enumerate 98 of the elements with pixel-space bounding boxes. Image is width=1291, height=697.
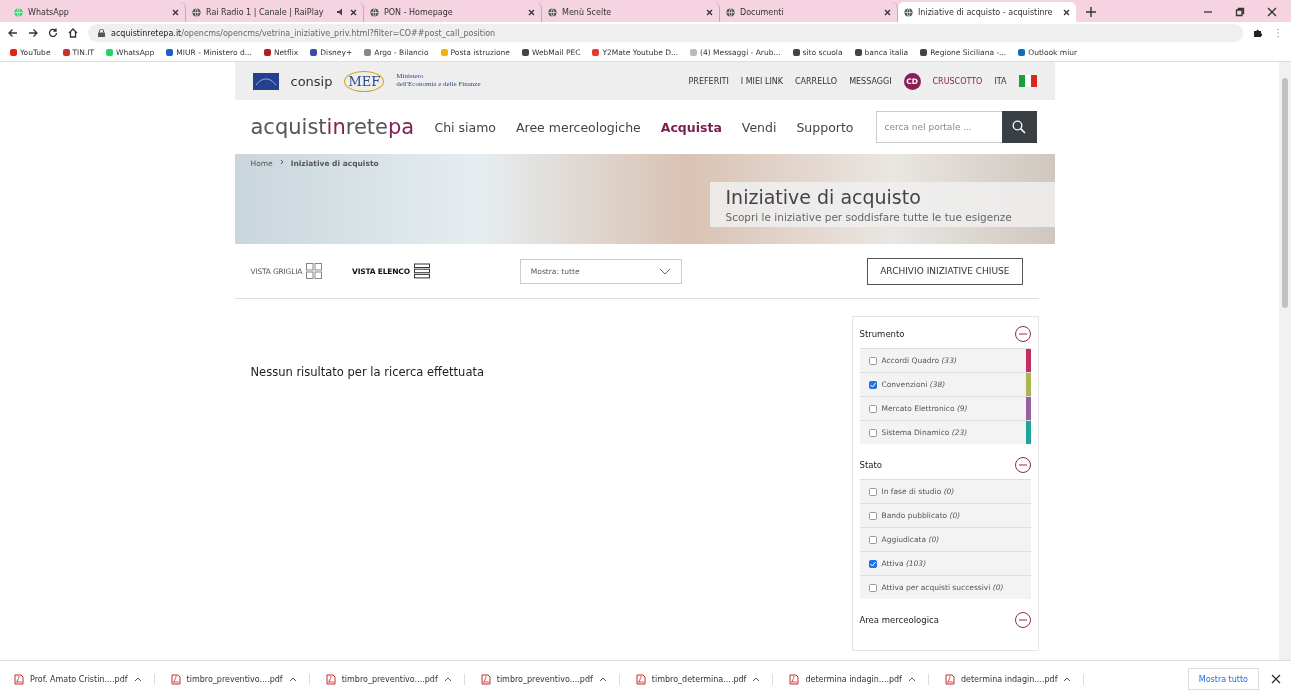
consip-logo: consip [290,73,333,89]
top-link[interactable]: CARRELLO [795,76,838,86]
nav-link[interactable]: Vendi [741,119,777,135]
top-link[interactable]: I MIEI LINK [740,76,783,86]
hero-subtitle: Scopri le iniziative per soddisfare tutte le tue esigenze [725,211,1013,223]
download-item[interactable]: timbro_preventivo....pdf [321,673,465,685]
show-all-button[interactable]: Mostra tutto [1187,668,1259,690]
top-link[interactable]: MESSAGGI [849,76,892,86]
checkbox[interactable] [868,583,877,592]
minus-icon [1018,330,1027,338]
search-field[interactable]: cerca nel portale ... [875,111,1002,143]
close-icon[interactable] [1271,674,1281,684]
empty-results-message: Nessun risultato per la ricerca effettuata [249,364,485,381]
tab-title: Menù Scelte [562,7,613,17]
minus-icon [1018,461,1027,469]
globe-icon [904,7,913,17]
download-item[interactable]: determina indagin....pdf [785,673,929,685]
top-link[interactable]: PREFERITI [688,76,729,86]
caret-icon[interactable] [1063,676,1072,682]
close-icon[interactable] [172,8,179,16]
checkbox[interactable] [868,511,877,520]
pdf-file-icon [944,673,955,685]
globe-icon [370,7,379,17]
collapse-button[interactable] [1014,612,1031,628]
checkbox[interactable] [868,356,877,365]
minus-icon [1018,616,1027,624]
caret-icon[interactable] [288,676,297,682]
close-icon[interactable] [350,8,357,16]
search-button[interactable] [1001,111,1037,143]
tab-title: Rai Radio 1 | Canale | RaiPlay [206,7,325,17]
pdf-file-icon [14,673,24,685]
caret-icon[interactable] [443,676,452,682]
grid-icon [306,263,323,279]
chevron-down-icon [658,267,671,275]
caret-icon[interactable] [752,676,761,682]
download-item[interactable]: Prof. Amato Cristin....pdf [10,673,155,685]
checkbox[interactable] [868,428,877,437]
nav-link[interactable]: Aree merceologiche [516,119,641,135]
download-item[interactable]: timbro_preventivo....pdf [166,673,310,685]
lock-icon [98,29,105,37]
close-icon[interactable] [884,8,891,16]
home-icon[interactable] [68,28,78,38]
back-icon[interactable] [8,28,18,38]
filter-group-title: Stato [859,460,882,470]
nav-link[interactable]: Acquista [660,119,722,135]
pdf-file-icon [480,673,491,685]
browser-tab[interactable]: Iniziative di acquisto - acquistinre [898,2,1076,22]
forward-icon[interactable] [28,28,38,38]
hero-title: Iniziative di acquisto [725,186,922,208]
globe-icon [548,7,557,17]
globe-icon [192,7,201,17]
checkbox[interactable] [868,535,877,544]
download-item[interactable]: determina indagin....pdf [940,673,1085,685]
close-icon[interactable] [1267,7,1277,17]
nav-link[interactable]: Supporto [796,119,854,135]
tab-title: Iniziative di acquisto - acquistinre [918,7,1054,17]
nav-link[interactable]: Chi siamo [434,119,496,135]
caret-icon[interactable] [598,676,607,682]
dashboard-link[interactable]: CRUSCOTTO [932,76,983,86]
globe-icon [726,7,735,17]
tab-title: Documenti [740,7,785,17]
checkbox[interactable] [868,380,877,389]
consip-logo-icon [252,72,279,90]
tab-title: PON - Homepage [384,7,454,17]
caret-icon[interactable] [907,676,916,682]
checkbox[interactable] [868,487,877,496]
site-logo[interactable]: acquistinretepa [250,115,415,139]
restore-icon[interactable] [1235,7,1245,17]
pdf-file-icon [170,673,181,685]
url-text: acquistinretepa.it/opencms/opencms/vetrina_iniziative_priv.html?filter=CO##post_call_position [111,28,496,38]
filter-group-title: Area merceologica [859,615,939,625]
scrollbar[interactable] [1279,62,1291,660]
reload-icon[interactable] [48,28,58,38]
new-tab-icon[interactable] [1086,7,1096,17]
tab-title: WhatsApp [28,7,70,17]
address-bar[interactable]: acquistinretepa.it/opencms/opencms/vetrina_iniziative_priv.html?filter=CO##post_call_position [88,24,1243,42]
collapse-button[interactable] [1014,326,1031,342]
collapse-button[interactable] [1014,457,1031,473]
language-label[interactable]: ITA [994,76,1007,86]
puzzle-icon[interactable] [1253,28,1263,38]
checkbox[interactable] [868,404,877,413]
search-icon [1012,120,1026,134]
close-icon[interactable] [528,8,535,16]
pdf-file-icon [635,673,646,685]
chevron-right-icon [278,159,285,165]
filter-group-title: Strumento [859,329,905,339]
pdf-file-icon [325,673,336,685]
italian-flag-icon [1018,75,1037,87]
close-icon[interactable] [706,8,713,16]
archive-button[interactable]: ARCHIVIO INIZIATIVE CHIUSE [867,257,1023,285]
list-icon [413,263,430,279]
globe-icon [14,7,23,17]
pdf-file-icon [789,673,800,685]
close-icon[interactable] [1063,8,1070,16]
checkbox[interactable] [868,559,877,568]
download-item[interactable]: timbro_determina....pdf [631,673,774,685]
caret-icon[interactable] [133,676,142,682]
download-item[interactable]: timbro_preventivo....pdf [476,673,620,685]
